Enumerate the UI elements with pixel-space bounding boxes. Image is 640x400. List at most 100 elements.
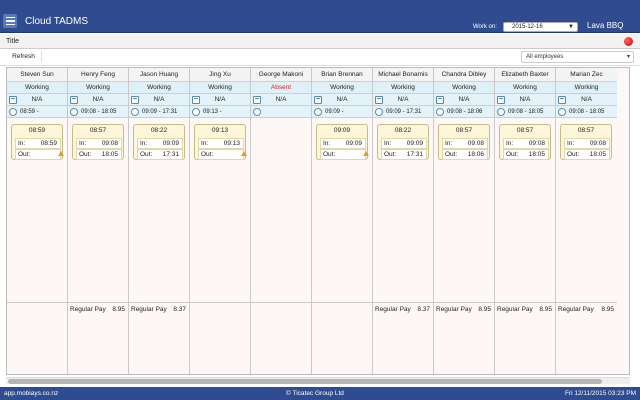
work-on-date-select[interactable]: 2015-12-16 ▼	[503, 22, 578, 32]
work-on-date-value: 2015-12-16	[512, 24, 543, 30]
clock-in-row: In: 09:08	[564, 138, 610, 149]
in-label: In:	[201, 140, 209, 147]
out-time: 17:31	[162, 151, 179, 158]
calendar-icon[interactable]	[253, 96, 261, 104]
calendar-icon[interactable]	[558, 96, 566, 104]
employee-name[interactable]: George Makoni	[251, 68, 311, 82]
pay-value: 8.37	[417, 306, 430, 313]
clock-icon[interactable]	[70, 108, 78, 116]
in-label: In:	[140, 140, 148, 147]
shift-cell[interactable]	[251, 106, 311, 118]
menu-icon[interactable]	[3, 14, 17, 28]
shift-time: 09:09 - 17:31	[386, 109, 422, 115]
employee-name[interactable]: Henry Feng	[68, 68, 128, 82]
out-time: 17:31	[406, 151, 423, 158]
role-cell[interactable]: N/A	[190, 94, 250, 106]
attendance-card[interactable]: 08:57 In: 09:08 Out: 18:05	[560, 124, 612, 160]
attendance-card[interactable]: 09:13 In: 09:13 Out:	[194, 124, 247, 160]
clock-icon[interactable]	[192, 108, 200, 116]
clock-icon[interactable]	[436, 108, 444, 116]
role-cell[interactable]: N/A	[129, 94, 189, 106]
employee-column: Henry Feng Working N/A 09:08 - 18:05 08:57 …	[68, 68, 129, 374]
employee-filter-select[interactable]: All employees ▾	[521, 51, 634, 63]
employee-column: Marian Zec Working N/A 09:08 - 18:05 08:57 …	[556, 68, 617, 374]
status-label[interactable]: Working	[312, 82, 372, 94]
calendar-icon[interactable]	[314, 96, 322, 104]
attendance-card[interactable]: 08:57 In: 09:08 Out: 18:05	[72, 124, 124, 160]
clock-icon[interactable]	[131, 108, 139, 116]
shift-cell[interactable]: 09:13 -	[190, 106, 250, 118]
role-cell[interactable]: N/A	[373, 94, 433, 106]
out-label: Out:	[445, 151, 458, 158]
clock-icon[interactable]	[558, 108, 566, 116]
attendance-card[interactable]: 08:22 In: 09:09 Out: 17:31	[133, 124, 185, 160]
warning-icon	[58, 151, 64, 156]
shift-cell[interactable]: 09:08 - 18:05	[495, 106, 555, 118]
refresh-button[interactable]: Refresh	[6, 51, 42, 63]
status-label[interactable]: Absent	[251, 82, 311, 94]
employee-name[interactable]: Michael Bonamis	[373, 68, 433, 82]
employee-name[interactable]: Jason Huang	[129, 68, 189, 82]
dropdown-arrow-icon: ▾	[626, 54, 630, 60]
in-time: 09:08	[528, 140, 545, 147]
status-label[interactable]: Working	[556, 82, 617, 94]
calendar-icon[interactable]	[497, 96, 505, 104]
shift-cell[interactable]: 09:09 -	[312, 106, 372, 118]
calendar-icon[interactable]	[131, 96, 139, 104]
attendance-card[interactable]: 08:22 In: 09:09 Out: 17:31	[377, 124, 429, 160]
calendar-icon[interactable]	[9, 96, 17, 104]
clock-icon[interactable]	[314, 108, 322, 116]
shift-cell[interactable]: 09:09 - 17:31	[373, 106, 433, 118]
calendar-icon[interactable]	[192, 96, 200, 104]
role-cell[interactable]: N/A	[7, 94, 67, 106]
role-cell[interactable]: N/A	[434, 94, 494, 106]
role-cell[interactable]: N/A	[312, 94, 372, 106]
employee-name[interactable]: Chandra Dibley	[434, 68, 494, 82]
status-label[interactable]: Working	[190, 82, 250, 94]
employee-name[interactable]: Marian Zec	[556, 68, 617, 82]
shift-cell[interactable]: 09:08 - 18:05	[556, 106, 617, 118]
employee-name[interactable]: Steven Sun	[7, 68, 67, 82]
out-label: Out:	[384, 151, 397, 158]
panel-title: Title	[6, 38, 19, 45]
shift-cell[interactable]: 09:08 - 18:06	[434, 106, 494, 118]
role-cell[interactable]: N/A	[68, 94, 128, 106]
calendar-icon[interactable]	[375, 96, 383, 104]
company-name[interactable]: Lava BBQ	[587, 21, 623, 30]
employee-column: Brian Brennan Working N/A 09:09 - 09:09 In:…	[312, 68, 373, 374]
shift-time: 08:59 -	[20, 109, 39, 115]
status-label[interactable]: Working	[495, 82, 555, 94]
role-cell[interactable]: N/A	[556, 94, 617, 106]
status-label[interactable]: Working	[434, 82, 494, 94]
status-label[interactable]: Working	[129, 82, 189, 94]
clock-icon[interactable]	[253, 108, 261, 116]
in-time: 09:09	[162, 140, 179, 147]
calendar-icon[interactable]	[70, 96, 78, 104]
horizontal-scrollbar[interactable]	[6, 377, 630, 384]
shift-time: 09:08 - 18:05	[569, 109, 605, 115]
employee-name[interactable]: Elizabeth Baxter	[495, 68, 555, 82]
attendance-card[interactable]: 08:59 In: 08:59 Out:	[11, 124, 64, 160]
employee-name[interactable]: Brian Brennan	[312, 68, 372, 82]
calendar-icon[interactable]	[436, 96, 444, 104]
scrollbar-thumb[interactable]	[8, 379, 602, 384]
attendance-card[interactable]: 08:57 In: 09:08 Out: 18:06	[438, 124, 490, 160]
clock-icon[interactable]	[375, 108, 383, 116]
attendance-card[interactable]: 08:57 In: 09:08 Out: 18:05	[499, 124, 551, 160]
status-label[interactable]: Working	[68, 82, 128, 94]
status-label[interactable]: Working	[373, 82, 433, 94]
shift-cell[interactable]: 09:09 - 17:31	[129, 106, 189, 118]
roster-grid: Steven Sun Working N/A 08:59 - 08:59 In: 08…	[6, 67, 630, 375]
status-label[interactable]: Working	[7, 82, 67, 94]
shift-cell[interactable]: 08:59 -	[7, 106, 67, 118]
role-label: N/A	[519, 96, 531, 103]
role-cell[interactable]: N/A	[495, 94, 555, 106]
role-cell[interactable]: N/A	[251, 94, 311, 106]
close-icon[interactable]	[624, 37, 633, 46]
clock-icon[interactable]	[497, 108, 505, 116]
clock-icon[interactable]	[9, 108, 17, 116]
out-label: Out:	[18, 151, 31, 158]
employee-name[interactable]: Jing Xu	[190, 68, 250, 82]
attendance-card[interactable]: 09:09 In: 09:09 Out:	[316, 124, 369, 160]
shift-cell[interactable]: 09:08 - 18:05	[68, 106, 128, 118]
